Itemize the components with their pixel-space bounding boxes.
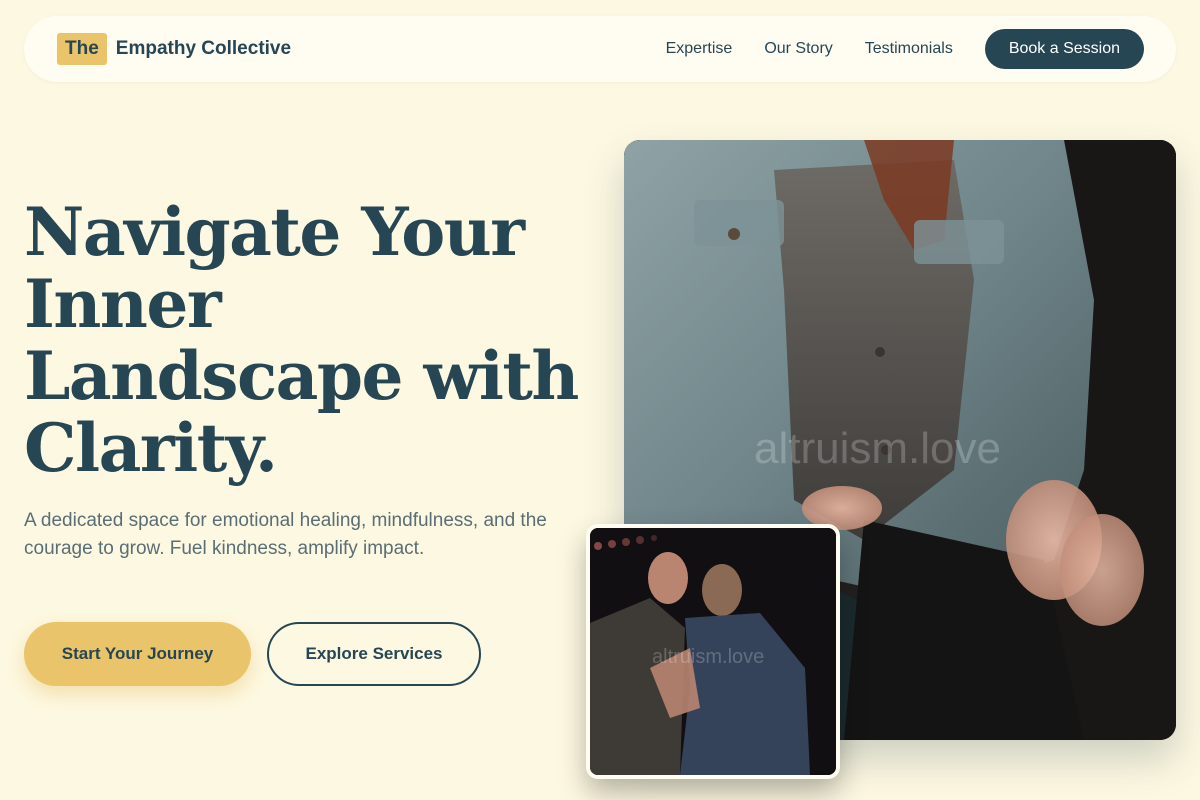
brand-mark: The	[57, 33, 107, 65]
book-session-button[interactable]: Book a Session	[984, 29, 1144, 69]
hero-secondary-photo: altruism.love	[586, 524, 840, 779]
brand-name: Empathy Collective	[115, 38, 292, 59]
nav-link-testimonials[interactable]: Testimonials	[865, 40, 953, 58]
hero-title-line: Inner	[24, 265, 222, 343]
hero-title-line: Clarity.	[24, 409, 278, 487]
nav-link-expertise[interactable]: Expertise	[666, 40, 733, 58]
hero-title: Navigate Your Inner Landscape with Clari…	[24, 196, 584, 484]
hero-subtitle: A dedicated space for emotional healing,…	[24, 510, 547, 559]
nav-links: Expertise Our Story Testimonials	[666, 40, 953, 58]
landing-page: The Empathy Collective Expertise Our Sto…	[0, 0, 1200, 800]
watermark-text: altruism.love	[652, 646, 765, 668]
explore-services-button[interactable]: Explore Services	[267, 622, 481, 686]
top-navigation: The Empathy Collective Expertise Our Sto…	[24, 16, 1176, 82]
brand-logo[interactable]: The Empathy Collective	[57, 33, 291, 65]
hero-title-line: Landscape with	[24, 337, 579, 415]
hero-title-line: Navigate Your	[24, 193, 525, 271]
nav-link-our-story[interactable]: Our Story	[764, 40, 832, 58]
start-journey-button[interactable]: Start Your Journey	[24, 622, 251, 686]
nav-right: Expertise Our Story Testimonials Book a …	[666, 29, 1144, 69]
watermark-text: altruism.love	[754, 424, 1001, 473]
